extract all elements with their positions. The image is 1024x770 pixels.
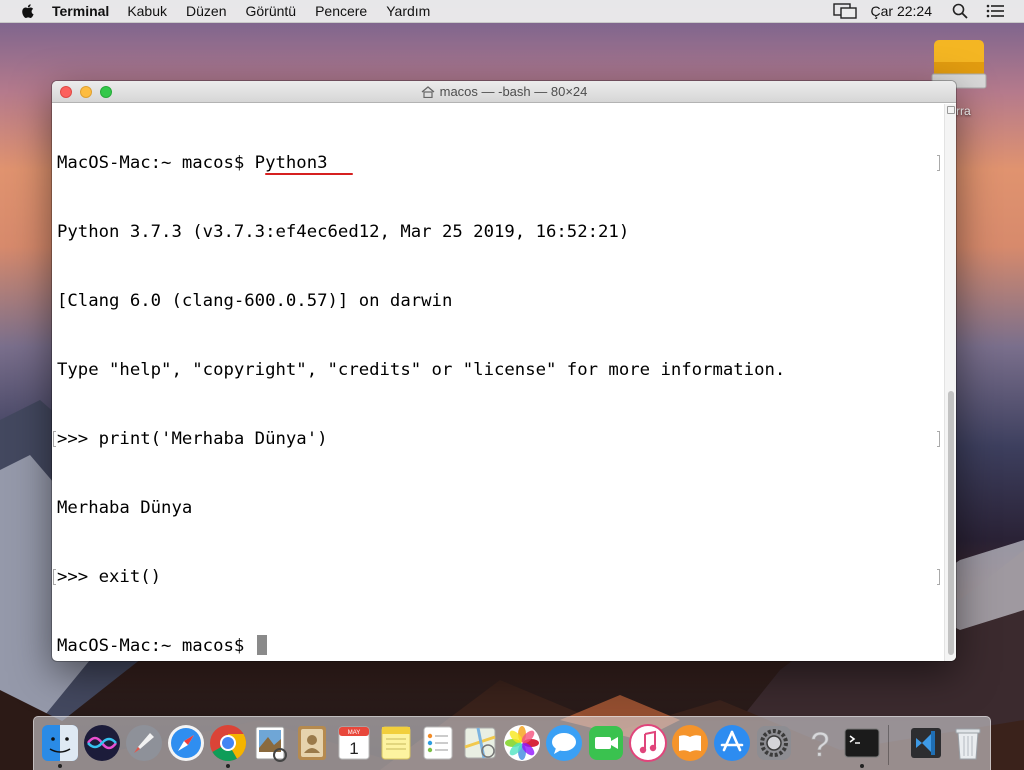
facetime-icon[interactable] [586, 723, 626, 763]
messages-icon[interactable] [544, 723, 584, 763]
contacts-icon[interactable] [292, 723, 332, 763]
svg-text:1: 1 [349, 739, 358, 758]
reminders-icon[interactable] [418, 723, 458, 763]
red-underline-annotation [265, 173, 353, 175]
svg-text:?: ? [811, 726, 830, 763]
terminal-line: >>> print('Merhaba Dünya') [53, 428, 940, 451]
close-button[interactable] [60, 86, 72, 98]
terminal-line: MacOS-Mac:~ macos$ Python3 [57, 152, 940, 175]
terminal-line: Type "help", "copyright", "credits" or "… [57, 360, 786, 380]
help-icon[interactable]: ? [800, 723, 840, 763]
vscode-icon[interactable] [906, 723, 946, 763]
minimize-button[interactable] [80, 86, 92, 98]
screen-mirroring-icon[interactable] [832, 3, 857, 19]
spotlight-search-icon[interactable] [952, 3, 968, 19]
trash-icon[interactable] [948, 723, 988, 763]
menu-yardim[interactable]: Yardım [386, 3, 430, 19]
terminal-line: Merhaba Dünya [57, 498, 193, 518]
menu-duzen[interactable]: Düzen [186, 3, 226, 19]
text-cursor [256, 635, 267, 655]
menu-goruntu[interactable]: Görüntü [245, 3, 296, 19]
terminal-prompt-line: MacOS-Mac:~ macos$ [57, 635, 939, 658]
drive-label: rra [956, 104, 971, 118]
dock-separator [888, 725, 889, 765]
maps-icon[interactable] [460, 723, 500, 763]
siri-icon[interactable] [82, 723, 122, 763]
menu-pencere[interactable]: Pencere [315, 3, 367, 19]
safari-icon[interactable] [166, 723, 206, 763]
launchpad-icon[interactable] [124, 723, 164, 763]
app-menu-terminal[interactable]: Terminal [52, 3, 109, 19]
dock: MAY 1 ? [33, 716, 991, 770]
zoom-button[interactable] [100, 86, 112, 98]
window-title: macos — -bash — 80×24 [439, 84, 588, 99]
notification-center-icon[interactable] [986, 4, 1004, 18]
chrome-icon[interactable] [208, 723, 248, 763]
terminal-icon[interactable] [842, 723, 882, 763]
split-pane-grip[interactable] [947, 106, 955, 114]
terminal-window: macos — -bash — 80×24 MacOS-Mac:~ macos$… [52, 81, 956, 661]
finder-icon[interactable] [40, 723, 80, 763]
menu-bar: Terminal Kabuk Düzen Görüntü Pencere Yar… [0, 0, 1024, 23]
vertical-scrollbar[interactable] [944, 104, 956, 661]
preview-icon[interactable] [250, 723, 290, 763]
ibooks-icon[interactable] [670, 723, 710, 763]
scroll-thumb[interactable] [948, 391, 954, 655]
system-preferences-icon[interactable] [754, 723, 794, 763]
menu-kabuk[interactable]: Kabuk [127, 3, 167, 19]
itunes-icon[interactable] [628, 723, 668, 763]
apple-icon[interactable] [18, 1, 38, 21]
svg-text:MAY: MAY [348, 730, 361, 736]
menubar-clock[interactable]: Çar 22:24 [871, 3, 932, 19]
terminal-line: >>> exit() [53, 566, 940, 589]
calendar-icon[interactable]: MAY 1 [334, 723, 374, 763]
photos-icon[interactable] [502, 723, 542, 763]
window-titlebar[interactable]: macos — -bash — 80×24 [52, 81, 956, 103]
terminal-output[interactable]: MacOS-Mac:~ macos$ Python3 Python 3.7.3 … [52, 104, 944, 661]
terminal-line: Python 3.7.3 (v3.7.3:ef4ec6ed12, Mar 25 … [57, 222, 630, 242]
notes-icon[interactable] [376, 723, 416, 763]
app-store-icon[interactable] [712, 723, 752, 763]
terminal-line: [Clang 6.0 (clang-600.0.57)] on darwin [57, 291, 453, 311]
home-folder-icon [421, 85, 435, 98]
